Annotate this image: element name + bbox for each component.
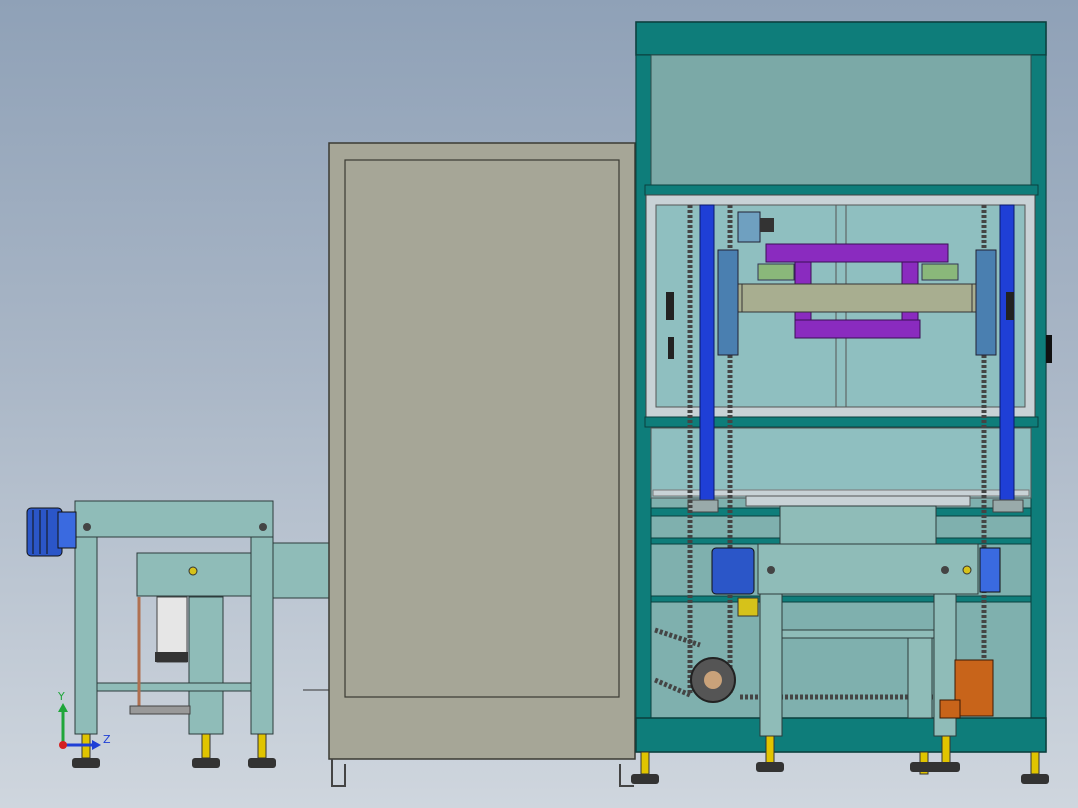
assembly-drawing: Y Z	[26, 21, 1052, 787]
left-conveyor	[26, 500, 331, 768]
grey-cabinet	[303, 142, 636, 787]
z-axis-label: Z	[103, 733, 111, 746]
cad-viewport[interactable]: Y Z	[0, 0, 1078, 808]
y-axis-label: Y	[57, 690, 65, 703]
